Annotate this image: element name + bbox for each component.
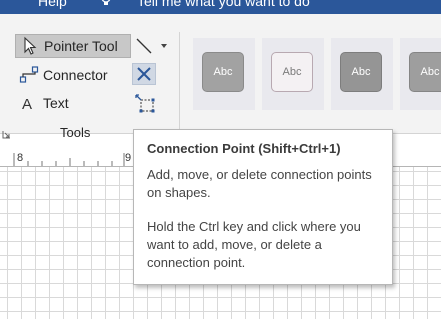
tell-me-search[interactable]: Tell me what you want to do [137,0,310,9]
tools-group-label: Tools [60,125,91,140]
tooltip-title: Connection Point (Shift+Ctrl+1) [147,141,341,156]
line-tool-button[interactable] [133,35,171,57]
text-icon: A [19,93,39,113]
close-icon [133,67,155,88]
ruler-label: 8 [17,152,24,164]
ribbon-divider [179,32,180,132]
style-gallery-item[interactable]: Abc [262,38,324,110]
style-preview: Abc [340,52,382,92]
style-preview: Abc [202,52,244,92]
connection-point-button[interactable] [133,92,157,114]
pointer-icon [20,36,40,56]
connector-icon [19,65,39,85]
dialog-launcher-icon[interactable] [2,126,11,139]
text-tool-button[interactable]: A Text [15,91,131,115]
pointer-tool-label: Pointer Tool [44,38,118,54]
style-preview: Abc [271,52,313,92]
style-gallery-item[interactable]: Abc [331,38,393,110]
ribbon: Pointer Tool Connector A Text Tools Abc … [0,14,441,140]
connector-label: Connector [43,67,108,83]
connection-point-icon [133,94,157,118]
tooltip-hint: Hold the Ctrl key and click where you wa… [147,219,361,270]
text-tool-label: Text [43,95,69,111]
lightbulb-icon [100,0,112,8]
line-tool-icon [133,38,171,61]
svg-text:A: A [22,96,32,113]
connection-point-tooltip: Connection Point (Shift+Ctrl+1) Add, mov… [133,129,393,285]
connector-button[interactable]: Connector [15,63,131,87]
help-tab[interactable]: Help [38,0,67,9]
title-bar: Help Tell me what you want to do [0,0,441,14]
style-preview: Abc [409,52,441,92]
ruler-label: 9 [125,152,132,164]
style-gallery-item[interactable]: Abc [193,38,255,110]
pointer-tool-button[interactable]: Pointer Tool [15,34,131,58]
style-gallery-item[interactable]: Abc [400,38,441,110]
tooltip-description: Add, move, or delete connection points o… [147,167,372,200]
delete-connection-button[interactable] [132,63,156,85]
